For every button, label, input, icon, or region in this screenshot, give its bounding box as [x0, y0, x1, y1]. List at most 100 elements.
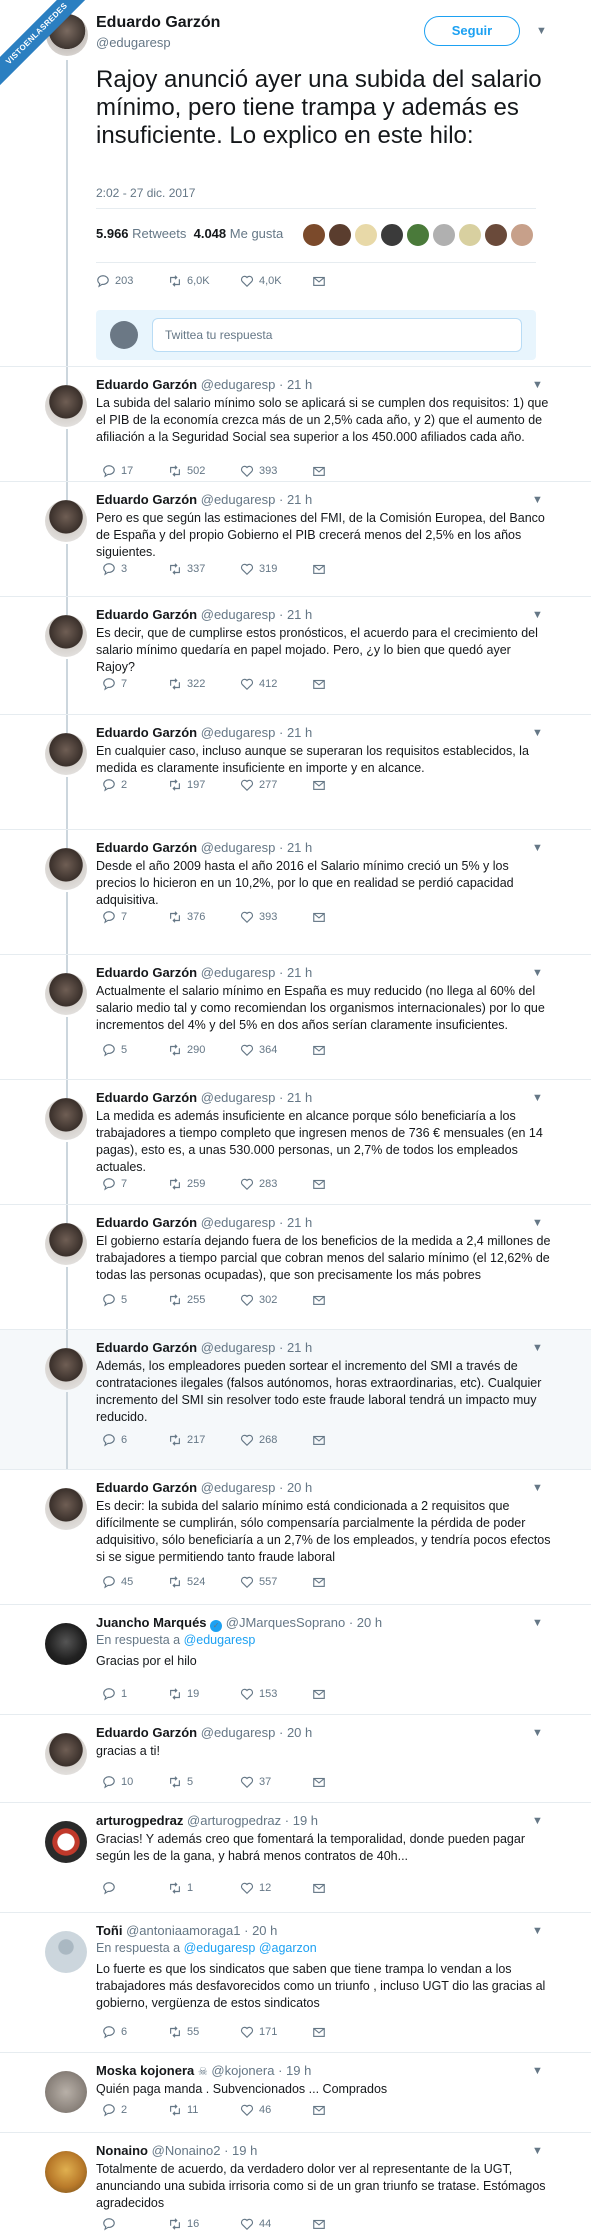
- like-button[interactable]: 277: [240, 778, 277, 792]
- in-reply-mention[interactable]: @edugaresp: [184, 1633, 256, 1647]
- reply-input[interactable]: Twittea tu respuesta: [152, 318, 522, 352]
- tweet-time[interactable]: 19 h: [293, 1813, 318, 1828]
- like-button[interactable]: 393: [240, 464, 277, 478]
- avatar[interactable]: [45, 973, 87, 1015]
- reply-tweet[interactable]: Eduardo Garzón @edugaresp · 21 h ▼ Desde e…: [0, 829, 591, 955]
- reply-tweet[interactable]: Eduardo Garzón @edugaresp · 21 h ▼ La subi…: [0, 366, 591, 482]
- author-handle[interactable]: @JMarquesSoprano: [226, 1615, 345, 1630]
- reply-button[interactable]: 6: [102, 1433, 127, 1447]
- retweet-button[interactable]: 5: [168, 1775, 193, 1789]
- dm-button[interactable]: [312, 562, 326, 576]
- chevron-down-icon[interactable]: ▼: [532, 1815, 543, 1827]
- like-button[interactable]: 302: [240, 1293, 277, 1307]
- tweet-time[interactable]: 21 h: [287, 725, 312, 740]
- retweet-button[interactable]: 524: [168, 1575, 205, 1589]
- author-name[interactable]: Moska kojonera: [96, 2063, 194, 2078]
- tweet-time[interactable]: 21 h: [287, 377, 312, 392]
- retweet-button[interactable]: 11: [168, 2103, 198, 2117]
- author-name[interactable]: Eduardo Garzón: [96, 377, 197, 392]
- reply-button[interactable]: 7: [102, 1177, 127, 1191]
- retweets-count[interactable]: 5.966: [96, 226, 129, 241]
- chevron-down-icon[interactable]: ▼: [532, 1727, 543, 1739]
- dm-button[interactable]: [312, 1433, 326, 1447]
- retweet-button[interactable]: 197: [168, 778, 205, 792]
- author-name[interactable]: arturogpedraz: [96, 1813, 183, 1828]
- author-name[interactable]: Eduardo Garzón: [96, 492, 197, 507]
- likes-label[interactable]: Me gusta: [230, 226, 283, 241]
- dm-button[interactable]: [312, 778, 326, 792]
- like-button[interactable]: 557: [240, 1575, 277, 1589]
- dm-button[interactable]: [312, 1775, 326, 1789]
- chevron-down-icon[interactable]: ▼: [532, 1092, 543, 1104]
- author-name[interactable]: Eduardo Garzón: [96, 1725, 197, 1740]
- liker-avatar[interactable]: [302, 223, 326, 247]
- in-reply-mention[interactable]: @edugaresp @agarzon: [184, 1941, 317, 1955]
- dm-button[interactable]: [312, 2103, 326, 2117]
- dm-button[interactable]: [312, 1177, 326, 1191]
- like-button[interactable]: 37: [240, 1775, 271, 1789]
- author-handle[interactable]: @edugaresp: [201, 965, 276, 980]
- chevron-down-icon[interactable]: ▼: [532, 1482, 543, 1494]
- reply-button[interactable]: 2: [102, 778, 127, 792]
- author-handle[interactable]: @edugaresp: [201, 1215, 276, 1230]
- avatar[interactable]: [45, 1733, 87, 1775]
- author-name[interactable]: Eduardo Garzón: [96, 965, 197, 980]
- reply-button[interactable]: 5: [102, 1293, 127, 1307]
- author-name[interactable]: Eduardo Garzón: [96, 607, 197, 622]
- retweet-button[interactable]: 502: [168, 464, 205, 478]
- chevron-down-icon[interactable]: ▼: [536, 25, 547, 37]
- avatar[interactable]: [45, 1821, 87, 1863]
- chevron-down-icon[interactable]: ▼: [532, 1925, 543, 1937]
- avatar[interactable]: [45, 733, 87, 775]
- retweet-button[interactable]: 290: [168, 1043, 205, 1057]
- like-button[interactable]: 12: [240, 1881, 271, 1895]
- chevron-down-icon[interactable]: ▼: [532, 1342, 543, 1354]
- retweet-button[interactable]: 19: [168, 1687, 199, 1701]
- like-button[interactable]: 283: [240, 1177, 277, 1191]
- author-name[interactable]: Juancho Marqués: [96, 1615, 207, 1630]
- avatar[interactable]: [45, 1348, 87, 1390]
- author-handle[interactable]: @kojonera: [211, 2063, 274, 2078]
- reply-tweet[interactable]: arturogpedraz @arturogpedraz · 19 h ▼ Grac…: [0, 1802, 591, 1912]
- reply-tweet[interactable]: Eduardo Garzón @edugaresp · 21 h ▼ Además,…: [0, 1329, 591, 1470]
- author-handle[interactable]: @Nonaino2: [152, 2143, 221, 2158]
- tweet-time[interactable]: 20 h: [357, 1615, 382, 1630]
- author-handle[interactable]: @arturogpedraz: [187, 1813, 281, 1828]
- reply-tweet[interactable]: Eduardo Garzón @edugaresp · 21 h ▼ Actualm…: [0, 954, 591, 1080]
- tweet-time[interactable]: 20 h: [252, 1923, 277, 1938]
- dm-button[interactable]: [312, 1881, 326, 1895]
- author-handle[interactable]: @edugaresp: [201, 1725, 276, 1740]
- avatar[interactable]: [45, 385, 87, 427]
- dm-button[interactable]: [312, 1687, 326, 1701]
- chevron-down-icon[interactable]: ▼: [532, 1617, 543, 1629]
- chevron-down-icon[interactable]: ▼: [532, 727, 543, 739]
- tweet-time[interactable]: 21 h: [287, 1090, 312, 1105]
- liker-avatar[interactable]: [458, 223, 482, 247]
- reply-tweet[interactable]: Eduardo Garzón @edugaresp · 21 h ▼ En cual…: [0, 714, 591, 830]
- like-button[interactable]: 4,0K: [240, 274, 282, 288]
- reply-tweet[interactable]: Eduardo Garzón @edugaresp · 21 h ▼ Pero es…: [0, 481, 591, 597]
- reply-tweet[interactable]: Eduardo Garzón @edugaresp · 21 h ▼ La medi…: [0, 1079, 591, 1205]
- dm-button[interactable]: [312, 1293, 326, 1307]
- reply-button[interactable]: 2: [102, 2103, 127, 2117]
- author-name[interactable]: Eduardo Garzón: [96, 725, 197, 740]
- reply-tweet[interactable]: Eduardo Garzón @edugaresp · 21 h ▼ Es deci…: [0, 596, 591, 715]
- chevron-down-icon[interactable]: ▼: [532, 967, 543, 979]
- avatar[interactable]: [45, 1623, 87, 1665]
- reply-button[interactable]: 5: [102, 1043, 127, 1057]
- like-button[interactable]: 268: [240, 1433, 277, 1447]
- tweet-time[interactable]: 21 h: [287, 840, 312, 855]
- author-name[interactable]: Eduardo Garzón: [96, 1215, 197, 1230]
- retweet-button[interactable]: 322: [168, 677, 205, 691]
- author-name[interactable]: Eduardo Garzón: [96, 14, 220, 32]
- avatar[interactable]: [45, 2151, 87, 2193]
- author-handle[interactable]: @edugaresp: [201, 1090, 276, 1105]
- reply-button[interactable]: 45: [102, 1575, 133, 1589]
- author-name[interactable]: Eduardo Garzón: [96, 1480, 197, 1495]
- avatar[interactable]: [45, 1488, 87, 1530]
- author-handle[interactable]: @edugaresp: [96, 35, 171, 50]
- author-handle[interactable]: @edugaresp: [201, 377, 276, 392]
- tweet-time[interactable]: 19 h: [286, 2063, 311, 2078]
- reply-button[interactable]: 7: [102, 910, 127, 924]
- retweet-button[interactable]: 55: [168, 2025, 199, 2039]
